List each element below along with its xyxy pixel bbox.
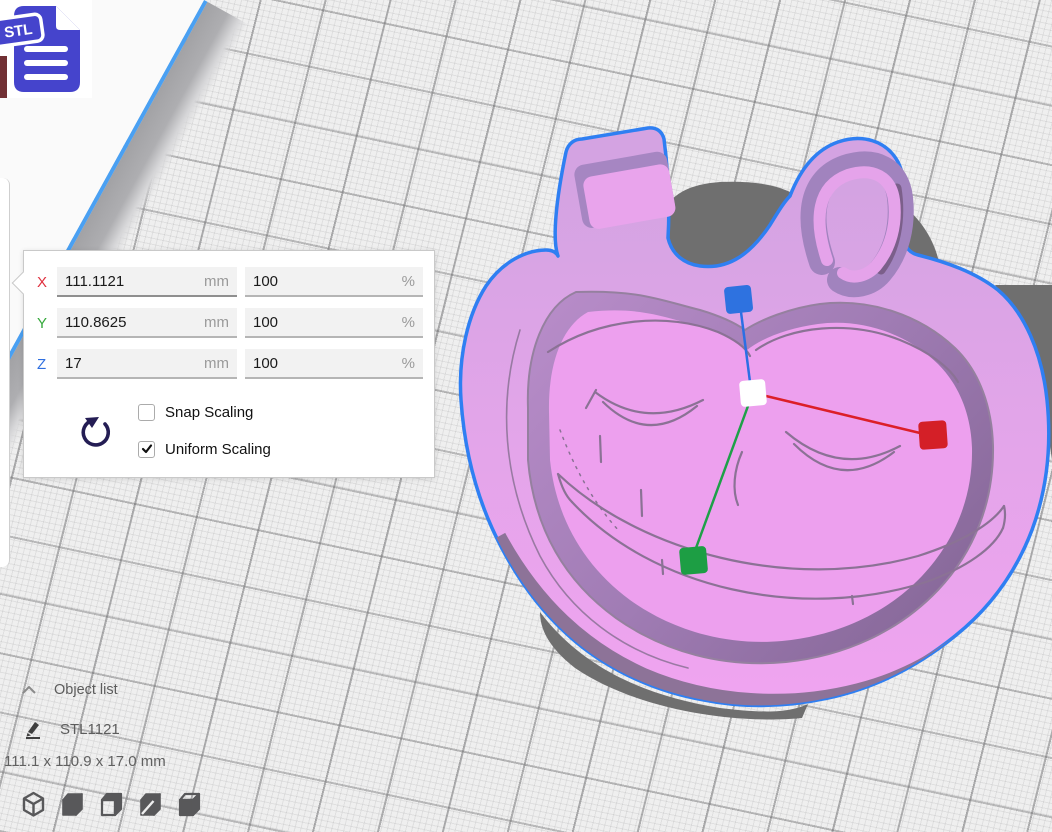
view-left-button[interactable] [137,788,164,821]
chevron-up-icon [20,684,38,696]
snap-scaling-label: Snap Scaling [165,404,253,421]
axis-label-z: Z [37,356,57,373]
scale-tool-panel: X 111.1121 mm 100 % Y 110.8625 mm 100 % … [23,250,435,478]
y-percent-value: 100 [253,314,278,331]
object-list-header[interactable]: Object list [20,682,118,698]
scale-handle-y[interactable] [679,546,708,575]
reset-scale-button[interactable] [74,409,118,453]
axis-label-y: Y [37,315,57,332]
pencil-icon [23,719,43,739]
x-size-value: 111.1121 [65,273,124,290]
snap-scaling-row: Snap Scaling [138,403,253,421]
x-percent-unit: % [402,273,415,290]
scale-handle-z[interactable] [724,285,754,315]
uniform-scaling-row: Uniform Scaling [138,440,271,458]
y-percent-unit: % [402,314,415,331]
checkmark-icon [141,443,153,455]
object-list-item[interactable]: STL1121 [23,719,120,739]
x-size-unit: mm [204,273,229,290]
x-percent-value: 100 [253,273,278,290]
z-percent-input[interactable]: 100 % [245,349,423,379]
z-percent-unit: % [402,355,415,372]
z-size-unit: mm [204,355,229,372]
cropped-edge-artifact [0,56,7,98]
stl-document-icon: STL [0,0,92,98]
y-percent-input[interactable]: 100 % [245,308,423,338]
x-size-input[interactable]: 111.1121 mm [57,267,237,297]
model-dimensions-label: 111.1 x 110.9 x 17.0 mm [4,753,166,770]
object-list-title: Object list [54,682,118,698]
uniform-scaling-label: Uniform Scaling [165,441,271,458]
cura-viewport: STL X 111.1121 mm 100 % Y 110.8625 mm [0,0,1052,832]
z-size-value: 17 [65,355,82,372]
z-size-input[interactable]: 17 mm [57,349,237,379]
x-percent-input[interactable]: 100 % [245,267,423,297]
scale-row-y: Y 110.8625 mm 100 % [24,308,434,338]
view-top-button[interactable] [98,788,125,821]
y-size-value: 110.8625 [65,314,126,331]
axis-label-x: X [37,274,57,291]
y-size-input[interactable]: 110.8625 mm [57,308,237,338]
y-size-unit: mm [204,314,229,331]
view-3d-button[interactable] [20,788,47,821]
scale-handle-center[interactable] [739,379,767,407]
scale-handle-x[interactable] [918,420,948,450]
scale-row-x: X 111.1121 mm 100 % [24,267,434,297]
view-front-button[interactable] [59,788,86,821]
stl-file-thumbnail: STL [0,0,92,98]
uniform-scaling-checkbox[interactable] [138,441,155,458]
view-orientation-toolbar [20,788,203,821]
z-percent-value: 100 [253,355,278,372]
view-right-button[interactable] [176,788,203,821]
snap-scaling-checkbox[interactable] [138,404,155,421]
tool-toolbar-edge [0,178,10,567]
scale-row-z: Z 17 mm 100 % [24,349,434,379]
object-name: STL1121 [60,721,120,738]
